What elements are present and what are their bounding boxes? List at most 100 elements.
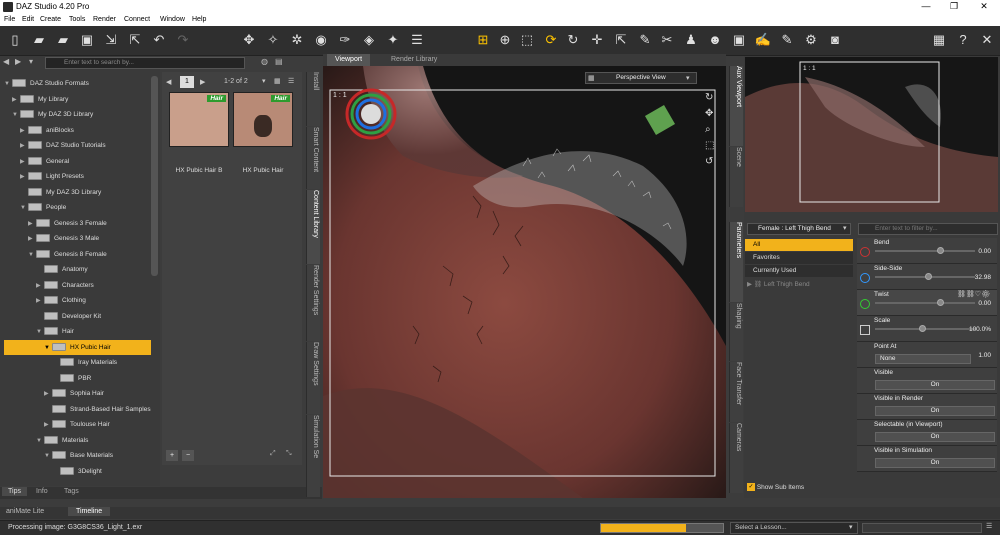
chevron-right-icon[interactable]: ▶ [20, 155, 28, 170]
forward-icon[interactable]: ▶ [15, 57, 21, 66]
tree-item[interactable]: My DAZ 3D Library [4, 185, 151, 200]
tree-item[interactable]: ▼ People [4, 200, 151, 215]
tab-cameras[interactable]: Cameras [729, 423, 743, 493]
open-folder-icon[interactable]: ▰ [30, 31, 48, 49]
chevron-right-icon[interactable]: ▶ [28, 217, 36, 232]
list-tool-icon[interactable]: ☰ [408, 31, 426, 49]
surface-tool-icon[interactable]: ◈ [360, 31, 378, 49]
param-selectable[interactable]: Selectable (in Viewport) On [857, 420, 997, 446]
page-number[interactable]: 1 [180, 76, 194, 88]
viewport-nav-controls[interactable]: ↻ ✥ ⌕ ⬚ ↺ [705, 90, 714, 170]
tree-item[interactable]: ▶ Genesis 3 Male [4, 231, 151, 246]
tab-content-library[interactable]: Content Library [306, 190, 320, 264]
show-sub-items[interactable]: ✓ Show Sub Items [747, 482, 853, 494]
menu-render[interactable]: Render [93, 16, 116, 23]
tree-item[interactable]: ▼ Materials [4, 433, 151, 448]
lesson-steps[interactable] [862, 523, 982, 533]
menu-create[interactable]: Create [40, 16, 61, 23]
param-value[interactable]: 0.00 [978, 248, 991, 255]
chevron-right-icon[interactable]: ▶ [20, 124, 28, 139]
param-visible-in-render[interactable]: Visible in Render On [857, 394, 997, 420]
menu-help[interactable]: Help [192, 16, 206, 23]
tree-item[interactable]: ▶ Light Presets [4, 169, 151, 184]
param-twist[interactable]: Twist 0.00 ⛓⛓♡⚙ [857, 290, 997, 316]
param-value[interactable]: 0.00 [978, 300, 991, 307]
tree-item[interactable]: ▶ My Library [4, 92, 151, 107]
param-value[interactable]: 100.0% [969, 326, 991, 333]
param-side-side[interactable]: Side-Side 32.98 [857, 264, 997, 290]
param-scale[interactable]: Scale 100.0% [857, 316, 997, 342]
lesson-dropdown[interactable]: Select a Lesson... ▾ [730, 522, 858, 534]
tree-scrollbar[interactable] [151, 76, 158, 276]
chevron-right-icon[interactable]: ▶ [20, 170, 28, 185]
scale-icon[interactable]: ⇱ [612, 31, 630, 49]
tree-item[interactable]: ▼ DAZ Studio Formats [4, 76, 151, 91]
filter-input[interactable]: Enter text to filter by... [858, 223, 998, 235]
active-pose-icon[interactable]: ⊕ [496, 31, 514, 49]
tab-render-settings[interactable]: Render Settings [306, 265, 320, 341]
checkbox-icon[interactable]: ✓ [747, 483, 755, 492]
tree-item[interactable]: Anatomy [4, 262, 151, 277]
tab-viewport[interactable]: Viewport [327, 54, 371, 66]
param-options-icon[interactable]: ⛓⛓♡⚙ [957, 290, 990, 298]
spotrender-icon[interactable]: ✍ [754, 31, 772, 49]
toggle-button[interactable]: On [875, 380, 995, 390]
tree-item[interactable]: Developer Kit [4, 309, 151, 324]
chevron-down-icon[interactable]: ▼ [44, 449, 52, 464]
translate-icon[interactable]: ✛ [588, 31, 606, 49]
region-select-icon[interactable]: ⬚ [518, 31, 536, 49]
close-button[interactable]: ✕ [970, 1, 998, 12]
menu-connect[interactable]: Connect [124, 16, 150, 23]
slider-track[interactable] [875, 302, 975, 304]
tree-item[interactable]: ▼ Hair [4, 324, 151, 339]
tab-draw-settings[interactable]: Draw Settings [306, 342, 320, 414]
param-value[interactable]: 1.00 [978, 352, 991, 359]
param-visible-in-simulation[interactable]: Visible in Simulation On [857, 446, 997, 472]
add-button[interactable]: + [166, 450, 178, 461]
chevron-down-icon[interactable]: ▼ [44, 341, 52, 356]
help-icon[interactable]: ? [954, 31, 972, 49]
tab-shaping[interactable]: Shaping [729, 303, 743, 361]
point-at-selector[interactable]: None [875, 354, 971, 364]
chevron-right-icon[interactable]: ▶ [28, 232, 36, 247]
joint-tool-icon[interactable]: ✲ [288, 31, 306, 49]
menu-edit[interactable]: Edit [22, 16, 34, 23]
chevron-right-icon[interactable]: ▶ [36, 294, 44, 309]
bone-icon[interactable]: ✂ [658, 31, 676, 49]
tree-item[interactable]: ▶ General [4, 154, 151, 169]
tree-item[interactable]: ▼ Base Materials [4, 448, 151, 463]
options-icon[interactable]: ▤ [275, 57, 283, 66]
toggle-button[interactable]: On [875, 406, 995, 416]
tab-animate-lite[interactable]: aniMate Lite [6, 508, 44, 515]
minimize-button[interactable]: — [912, 1, 940, 11]
expand-icon[interactable]: ⤢ [270, 450, 276, 458]
new-file-icon[interactable]: ▯ [6, 31, 24, 49]
tree-item[interactable]: ▶ Characters [4, 278, 151, 293]
rotate-tool-icon[interactable]: ⟳ [542, 31, 560, 49]
daz-store-icon[interactable]: ▦ [930, 31, 948, 49]
tab-aux-viewport[interactable]: Aux Viewport [729, 66, 743, 146]
pin-tool-icon[interactable]: ✑ [336, 31, 354, 49]
next-page-icon[interactable]: ▶ [200, 78, 205, 86]
tree-item[interactable]: ▶ aniBlocks [4, 123, 151, 138]
tree-item[interactable]: Iray Materials [4, 355, 151, 370]
menu-tools[interactable]: Tools [69, 16, 85, 23]
geometry-tool-icon[interactable]: ◉ [312, 31, 330, 49]
tab-scene[interactable]: Scene [729, 147, 743, 207]
prev-page-icon[interactable]: ◀ [166, 78, 171, 86]
rotate-icon[interactable]: ↻ [564, 31, 582, 49]
camera-icon[interactable]: ◙ [826, 31, 844, 49]
page-dropdown-icon[interactable]: ▾ [262, 77, 266, 85]
tab-smart-content[interactable]: Smart Content [306, 127, 320, 189]
slider-knob[interactable] [937, 247, 944, 254]
tree-item[interactable]: 3Delight [4, 464, 151, 479]
tree-item[interactable]: ▼ My DAZ 3D Library [4, 107, 151, 122]
camera-render-icon[interactable]: ▣ [730, 31, 748, 49]
tree-item[interactable]: ▶ DAZ Studio Tutorials [4, 138, 151, 153]
slider-knob[interactable] [937, 299, 944, 306]
node-tool-icon[interactable]: ✧ [264, 31, 282, 49]
user-icon[interactable]: ☻ [706, 31, 724, 49]
lesson-menu-icon[interactable]: ☰ [986, 522, 992, 530]
merge-folder-icon[interactable]: ▰ [54, 31, 72, 49]
tree-item[interactable]: ▶ Genesis 3 Female [4, 216, 151, 231]
